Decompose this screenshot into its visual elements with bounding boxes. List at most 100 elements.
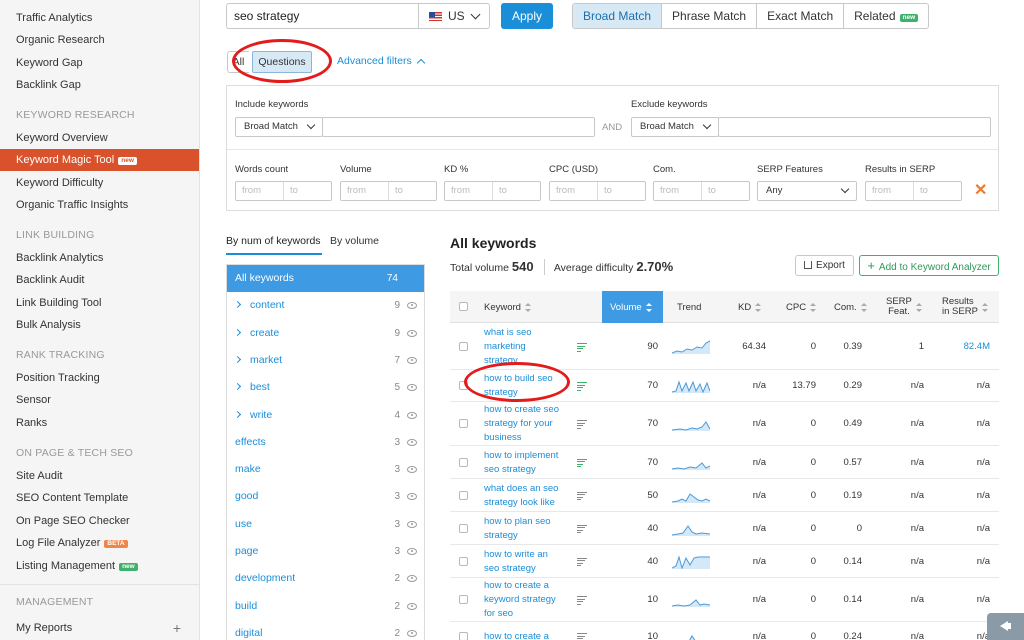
exclude-match-select[interactable]: Broad Match [631,117,719,137]
export-button[interactable]: Export [795,255,854,276]
group-item-market[interactable]: market 7 [227,347,424,374]
cell-results[interactable]: 82.4M [950,341,990,352]
group-item-create[interactable]: create 9 [227,320,424,347]
tab-broad-match[interactable]: Broad Match [573,4,663,28]
sidebar-item-on-page-seo-checker[interactable]: On Page SEO Checker [0,510,199,532]
group-item-effects[interactable]: effects 3 [227,429,424,456]
exclude-keywords-input[interactable] [718,117,991,137]
eye-icon[interactable] [407,384,417,392]
sidebar-item-sensor[interactable]: Sensor [0,389,199,411]
tab-by-volume[interactable]: By volume [330,235,379,247]
row-checkbox[interactable] [459,595,468,604]
filter-range-kd[interactable]: from to [444,181,541,201]
sidebar-item-seo-content-template[interactable]: SEO Content Template [0,487,199,509]
apply-button[interactable]: Apply [501,3,553,29]
results-to-input[interactable]: to [914,182,961,200]
sidebar-item-keyword-magic-tool[interactable]: Keyword Magic Tool new [0,149,199,172]
sidebar-item-organic-research[interactable]: Organic Research [0,29,199,51]
sidebar-item-keyword-overview[interactable]: Keyword Overview [0,127,199,149]
sidebar-item-listing-management[interactable]: Listing Management new [0,555,199,577]
keyword-link[interactable]: how to create a keyword strategy for seo [484,579,564,621]
range-from-input[interactable]: from [445,182,493,200]
chevron-right-icon[interactable] [233,355,242,363]
sidebar-item-backlink-audit[interactable]: Backlink Audit [0,269,199,291]
eye-icon[interactable] [407,520,417,528]
group-item-all-keywords[interactable]: All keywords 74 [227,265,424,292]
sidebar-item-keyword-difficulty[interactable]: Keyword Difficulty [0,172,199,194]
group-item-page[interactable]: page 3 [227,538,424,565]
serp-list-icon[interactable] [577,458,587,468]
add-to-keyword-analyzer-button[interactable]: + Add to Keyword Analyzer [859,255,999,276]
row-checkbox[interactable] [459,381,468,390]
range-from-input[interactable]: from [236,182,284,200]
tab-questions[interactable]: Questions [252,51,312,73]
range-to-input[interactable]: to [389,182,436,200]
sidebar-item-backlink-gap[interactable]: Backlink Gap [0,74,199,96]
eye-icon[interactable] [407,602,417,610]
clear-filters-icon[interactable]: ✕ [974,183,987,199]
column-serp-features[interactable]: SERP Feat. [886,291,922,323]
keyword-link[interactable]: how to plan seo strategy [484,515,564,543]
range-to-input[interactable]: to [284,182,331,200]
sidebar-item-traffic-analytics[interactable]: Traffic Analytics [0,7,199,29]
results-from-input[interactable]: from [866,182,914,200]
row-checkbox[interactable] [459,632,468,640]
keyword-search-input[interactable]: seo strategy [226,3,418,29]
column-volume[interactable]: Volume [602,291,663,323]
eye-icon[interactable] [407,466,417,474]
filter-range-words-count[interactable]: from to [235,181,332,201]
group-item-development[interactable]: development 2 [227,565,424,592]
keyword-link[interactable]: how to build seo strategy [484,372,564,400]
chevron-right-icon[interactable] [233,328,242,336]
serp-features-select[interactable]: Any [757,181,857,201]
eye-icon[interactable] [407,411,417,419]
sidebar-item-bulk-analysis[interactable]: Bulk Analysis [0,314,199,336]
range-from-input[interactable]: from [654,182,702,200]
group-item-make[interactable]: make 3 [227,456,424,483]
sidebar-item-link-building-tool[interactable]: Link Building Tool [0,292,199,314]
row-checkbox[interactable] [459,419,468,428]
tab-all[interactable]: All [227,51,249,73]
eye-icon[interactable] [407,302,417,310]
serp-list-icon[interactable] [577,524,587,534]
eye-icon[interactable] [407,356,417,364]
column-com[interactable]: Com. [834,291,867,323]
group-item-digital[interactable]: digital 2 [227,620,424,640]
eye-icon[interactable] [407,548,417,555]
eye-icon[interactable] [407,493,417,501]
chevron-right-icon[interactable] [233,301,242,309]
tab-phrase-match[interactable]: Phrase Match [662,4,758,28]
group-item-best[interactable]: best 5 [227,374,424,401]
database-select[interactable]: US [418,3,490,29]
results-in-serp-range[interactable]: from to [865,181,962,201]
feedback-button[interactable] [987,613,1024,640]
advanced-filters-toggle[interactable]: Advanced filters [337,55,425,68]
filter-range-cpc-usd[interactable]: from to [549,181,646,201]
serp-list-icon[interactable] [577,633,587,640]
eye-icon[interactable] [407,629,417,637]
row-checkbox[interactable] [459,342,468,351]
group-item-good[interactable]: good 3 [227,483,424,510]
tab-exact-match[interactable]: Exact Match [757,4,845,28]
select-all-checkbox[interactable] [459,302,468,311]
range-from-input[interactable]: from [550,182,598,200]
sidebar-item-my-reports[interactable]: My Reports [0,617,199,639]
column-kd[interactable]: KD [738,291,762,323]
keyword-link[interactable]: what does an seo strategy look like [484,482,564,510]
sidebar-item-log-file-analyzer[interactable]: Log File Analyzer BETA [0,532,199,554]
serp-list-icon[interactable] [577,343,587,352]
chevron-right-icon[interactable] [233,410,242,418]
chevron-right-icon[interactable] [233,383,242,391]
range-to-input[interactable]: to [702,182,749,200]
serp-list-icon[interactable] [577,382,587,391]
sidebar-item-ranks[interactable]: Ranks [0,412,199,434]
group-item-build[interactable]: build 2 [227,593,424,620]
tab-by-num-keywords[interactable]: By num of keywords [226,235,321,247]
row-checkbox[interactable] [459,457,468,467]
sidebar-item-position-tracking[interactable]: Position Tracking [0,367,199,389]
serp-list-icon[interactable] [577,557,587,567]
keyword-link[interactable]: how to create a [484,630,564,640]
eye-icon[interactable] [407,438,417,446]
eye-icon[interactable] [407,575,417,583]
serp-list-icon[interactable] [577,596,587,605]
